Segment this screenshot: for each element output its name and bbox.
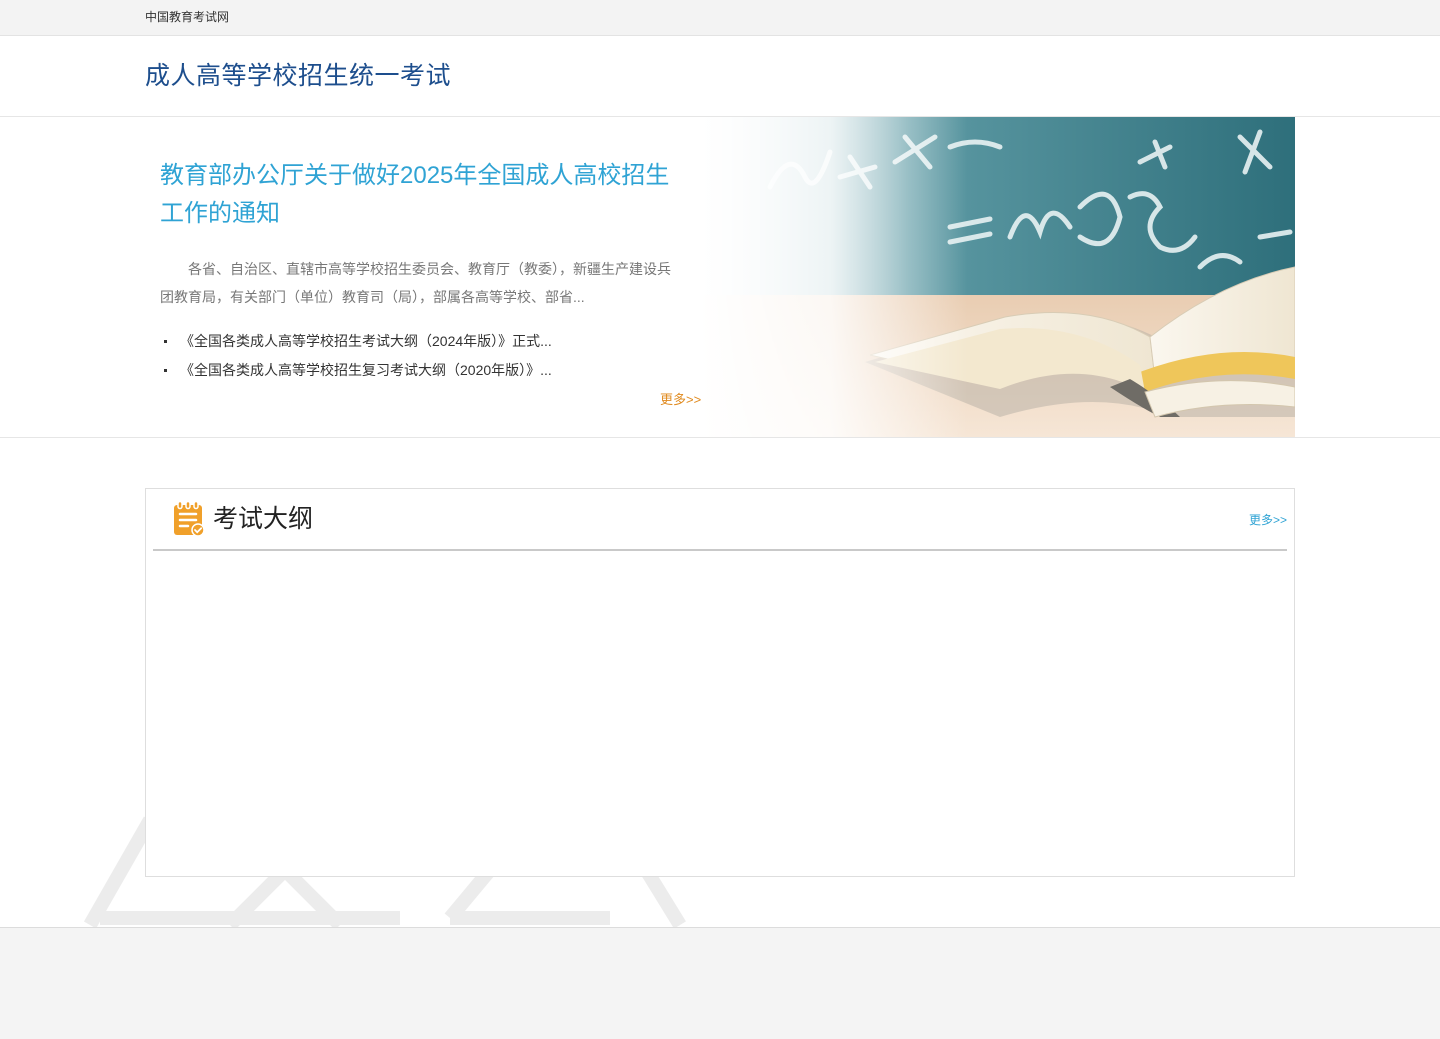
banner: 教育部办公厅关于做好2025年全国成人高校招生工作的通知 各省、自治区、直辖市高… — [0, 117, 1440, 438]
list-item: 《全国各类成人高等学校招生复习考试大纲（2020年版）》... — [160, 356, 705, 385]
syllabus-panel: 考试大纲 更多>> — [145, 488, 1295, 877]
featured-news: 教育部办公厅关于做好2025年全国成人高校招生工作的通知 各省、自治区、直辖市高… — [160, 157, 705, 385]
chalkboard-book-illustration — [700, 117, 1295, 437]
featured-news-summary: 各省、自治区、直辖市高等学校招生委员会、教育厅（教委），新疆生产建设兵团教育局，… — [160, 261, 671, 305]
syllabus-panel-header: 考试大纲 更多>> — [153, 489, 1287, 551]
footer — [0, 927, 1440, 1039]
page-title: 成人高等学校招生统一考试 — [145, 62, 452, 90]
top-bar: 中国教育考试网 — [0, 0, 1440, 36]
news-list: 《全国各类成人高等学校招生考试大纲（2024年版）》正式... 《全国各类成人高… — [160, 327, 705, 385]
news-link-2024-syllabus[interactable]: 《全国各类成人高等学校招生考试大纲（2024年版）》正式... — [180, 333, 552, 349]
notepad-check-icon — [174, 501, 205, 537]
syllabus-more-link[interactable]: 更多>> — [1249, 511, 1287, 528]
syllabus-panel-title: 考试大纲 — [213, 505, 314, 533]
bullet-icon — [164, 340, 167, 343]
featured-news-headline[interactable]: 教育部办公厅关于做好2025年全国成人高校招生工作的通知 — [160, 157, 690, 233]
banner-more-link[interactable]: 更多>> — [660, 389, 701, 408]
site-home-link[interactable]: 中国教育考试网 — [145, 9, 229, 25]
header: 成人高等学校招生统一考试 — [0, 36, 1440, 117]
list-item: 《全国各类成人高等学校招生考试大纲（2024年版）》正式... — [160, 327, 705, 356]
bullet-icon — [164, 369, 167, 372]
news-link-2020-syllabus[interactable]: 《全国各类成人高等学校招生复习考试大纲（2020年版）》... — [180, 362, 552, 378]
